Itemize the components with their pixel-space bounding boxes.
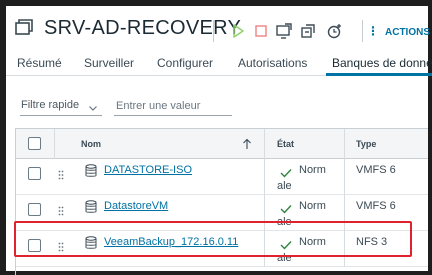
column-divider [344,159,345,195]
column-divider [54,129,55,159]
actions-label: ACTIONS [385,27,430,38]
migrate-icon[interactable] [299,22,317,40]
column-header-state[interactable]: État [277,139,294,149]
datastore-name-link[interactable]: DATASTORE-ISO [104,164,192,176]
actions-menu-button[interactable]: ⋮ ACTIONS [367,24,430,38]
drag-handle-icon[interactable] [58,203,64,216]
column-divider [264,159,265,195]
more-vertical-icon: ⋮ [367,24,379,38]
drag-handle-icon[interactable] [58,167,64,180]
datastore-state: Norm ale [277,164,326,192]
datastore-type: VMFS 6 [356,164,396,176]
window-frame-right [428,0,432,275]
tab-configurer[interactable]: Configurer [157,56,213,70]
object-tabs: Résumé Surveiller Configurer Autorisatio… [6,52,432,76]
datastore-icon [85,164,97,178]
tab-resume[interactable]: Résumé [17,56,62,70]
snapshot-icon[interactable] [326,22,344,40]
column-header-type[interactable]: Type [356,139,376,149]
filter-value-input[interactable] [114,97,230,115]
active-tab-indicator [326,73,432,76]
header-divider-actions [362,20,363,42]
object-header: SRV-AD-RECOVERY ⋮ ACTIONS [6,6,430,46]
grid-header: Nom État Type [16,129,428,159]
sort-ascending-icon[interactable] [242,137,252,149]
datastore-icon [85,200,97,214]
datastore-type: VMFS 6 [356,200,396,212]
column-header-name[interactable]: Nom [81,139,101,149]
quick-filter-label: Filtre rapide [21,99,80,111]
table-row[interactable]: DATASTORE-ISO Norm ale VMFS 6 [16,159,428,195]
tab-banques-de-donnees[interactable]: Banques de donné [332,56,432,70]
column-divider [344,129,345,159]
row-checkbox[interactable] [28,203,41,216]
datastore-name-link[interactable]: DatastoreVM [104,200,168,212]
virtual-machine-icon [14,18,34,38]
vm-name-title: SRV-AD-RECOVERY [44,17,242,39]
header-divider [213,20,214,42]
select-all-checkbox[interactable] [28,137,41,150]
power-off-icon[interactable] [252,22,270,40]
launch-console-icon[interactable] [275,22,293,40]
filter-value-input-wrapper [114,96,232,116]
row-checkbox[interactable] [28,167,41,180]
tab-autorisations[interactable]: Autorisations [238,56,307,70]
quick-filter-select[interactable]: Filtre rapide [20,96,102,116]
highlight-annotation-box [14,221,412,257]
tab-surveiller[interactable]: Surveiller [84,56,134,70]
power-on-icon[interactable] [229,22,247,40]
chevron-down-icon [88,100,98,111]
column-divider [264,129,265,159]
